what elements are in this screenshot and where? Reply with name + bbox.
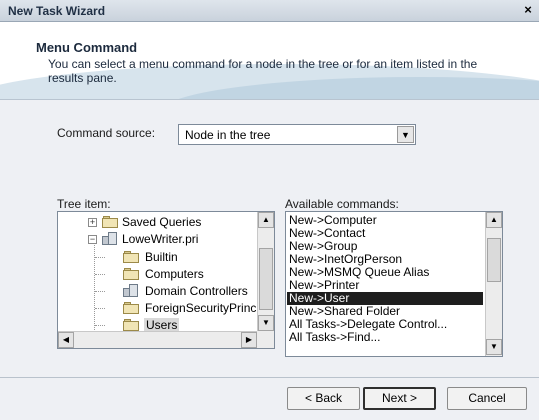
- tree-node-label: ForeignSecurityPrincip: [145, 301, 258, 315]
- page-title: Menu Command: [36, 40, 138, 55]
- tree-node-label: LoweWriter.pri: [122, 232, 199, 246]
- back-button[interactable]: < Back: [287, 387, 360, 410]
- collapse-icon[interactable]: −: [88, 235, 97, 244]
- command-item[interactable]: New->MSMQ Queue Alias: [287, 266, 483, 279]
- command-item[interactable]: New->InetOrgPerson: [287, 253, 483, 266]
- tree-node-domain-controllers[interactable]: Domain Controllers: [58, 283, 258, 300]
- domain-icon: [102, 232, 118, 246]
- folder-icon: [102, 216, 118, 228]
- command-source-label: Command source:: [57, 126, 156, 140]
- tree-node-foreign-security[interactable]: ForeignSecurityPrincip: [58, 300, 258, 317]
- command-item[interactable]: New->Shared Folder: [287, 305, 483, 318]
- command-item[interactable]: New->Printer: [287, 279, 483, 292]
- scroll-thumb[interactable]: [259, 248, 273, 310]
- scroll-up-icon[interactable]: ▲: [258, 212, 274, 228]
- scroll-up-icon[interactable]: ▲: [486, 212, 502, 228]
- window-title: New Task Wizard: [8, 4, 106, 18]
- command-item[interactable]: New->Contact: [287, 227, 483, 240]
- folder-icon: [123, 302, 139, 314]
- folder-icon: [123, 251, 139, 263]
- close-icon[interactable]: ×: [519, 2, 537, 19]
- tree-node-label: Builtin: [145, 250, 178, 264]
- command-item[interactable]: All Tasks->Find...: [287, 331, 483, 344]
- tree-node-builtin[interactable]: Builtin: [58, 249, 258, 266]
- scroll-left-icon[interactable]: ◀: [58, 332, 74, 348]
- scroll-thumb[interactable]: [487, 238, 501, 282]
- command-item[interactable]: New->Group: [287, 240, 483, 253]
- tree-horizontal-scrollbar[interactable]: ◀ ▶: [58, 331, 258, 348]
- tree-item-label: Tree item:: [57, 197, 111, 211]
- scrollbar-corner: [257, 331, 274, 348]
- tree-node-label: Computers: [145, 267, 204, 281]
- page-description: You can select a menu command for a node…: [48, 57, 478, 85]
- tree-node-label-selected: Users: [144, 318, 180, 332]
- command-item[interactable]: New->Computer: [287, 214, 483, 227]
- scroll-down-icon[interactable]: ▼: [258, 315, 274, 331]
- available-commands-label: Available commands:: [285, 197, 399, 211]
- scroll-right-icon[interactable]: ▶: [241, 332, 257, 348]
- available-commands-list[interactable]: New->Computer New->Contact New->Group Ne…: [285, 211, 503, 357]
- next-button[interactable]: Next >: [363, 387, 436, 410]
- tree-node-saved-queries[interactable]: + Saved Queries: [58, 214, 258, 231]
- tree-view[interactable]: + Saved Queries − LoweWriter.pri Builtin…: [57, 211, 275, 349]
- cancel-button[interactable]: Cancel: [447, 387, 527, 410]
- title-bar: New Task Wizard ×: [0, 0, 539, 22]
- folder-icon: [123, 319, 139, 331]
- tree-node-label: Domain Controllers: [145, 284, 248, 298]
- command-source-dropdown[interactable]: Node in the tree ▼: [178, 124, 416, 145]
- scroll-down-icon[interactable]: ▼: [486, 339, 502, 355]
- tree-node-domain[interactable]: − LoweWriter.pri: [58, 231, 258, 248]
- commands-vertical-scrollbar[interactable]: ▲ ▼: [485, 212, 502, 356]
- footer-separator: [0, 377, 539, 378]
- folder-icon: [123, 268, 139, 280]
- command-source-value: Node in the tree: [185, 128, 271, 142]
- command-item-selected[interactable]: New->User: [287, 292, 483, 305]
- tree-node-computers[interactable]: Computers: [58, 266, 258, 283]
- command-item[interactable]: All Tasks->Delegate Control...: [287, 318, 483, 331]
- tree-node-label: Saved Queries: [122, 215, 202, 229]
- expand-icon[interactable]: +: [88, 218, 97, 227]
- wizard-header: Menu Command You can select a menu comma…: [0, 22, 539, 100]
- tree-vertical-scrollbar[interactable]: ▲ ▼: [257, 212, 274, 332]
- ou-icon: [123, 284, 139, 298]
- dropdown-arrow-icon[interactable]: ▼: [397, 126, 414, 143]
